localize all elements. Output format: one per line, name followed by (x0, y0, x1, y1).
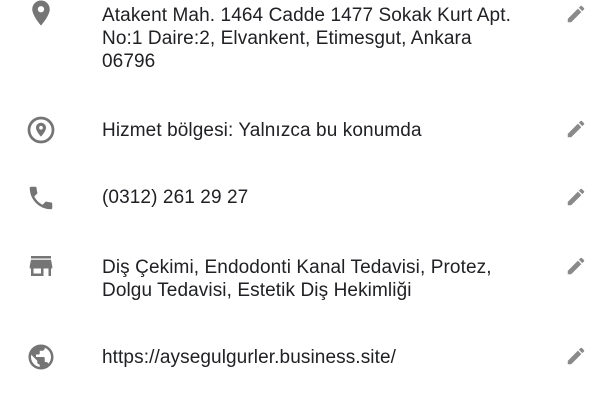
services-line: Dolgu Tedavisi, Estetik Diş Hekimliği (102, 280, 412, 301)
service-area-line: Hizmet bölgesi: Yalnızca bu konumda (102, 120, 422, 141)
pencil-edit-icon (567, 5, 585, 23)
storefront-icon (26, 251, 56, 281)
pencil-edit-icon (567, 120, 585, 138)
website-url[interactable]: https://aysegulgurler.business.site/ (102, 346, 552, 369)
address-line: Atakent Mah. 1464 Cadde 1477 Sokak Kurt … (102, 5, 511, 26)
pencil-edit-icon (567, 347, 585, 365)
address-line: No:1 Daire:2, Elvankent, Etimesgut, Anka… (102, 28, 472, 49)
services-line: Diş Çekimi, Endodonti Kanal Tedavisi, Pr… (102, 257, 492, 278)
phone-text: (0312) 261 29 27 (102, 186, 552, 209)
edit-phone-button[interactable] (565, 186, 587, 208)
globe-icon (26, 342, 56, 372)
pencil-edit-icon (567, 188, 585, 206)
edit-service-area-button[interactable] (565, 118, 587, 140)
location-pin-icon (26, 0, 56, 28)
service-area-text: Hizmet bölgesi: Yalnızca bu konumda (102, 119, 552, 142)
website-text: https://aysegulgurler.business.site/ (102, 346, 552, 369)
pencil-edit-icon (567, 257, 585, 275)
phone-icon (26, 183, 56, 213)
service-area-icon (26, 115, 56, 145)
edit-address-button[interactable] (565, 3, 587, 25)
address-text: Atakent Mah. 1464 Cadde 1477 Sokak Kurt … (102, 4, 552, 73)
address-line: 06796 (102, 51, 156, 72)
services-text: Diş Çekimi, Endodonti Kanal Tedavisi, Pr… (102, 256, 552, 302)
edit-services-button[interactable] (565, 255, 587, 277)
phone-number: (0312) 261 29 27 (102, 187, 249, 208)
edit-website-button[interactable] (565, 345, 587, 367)
